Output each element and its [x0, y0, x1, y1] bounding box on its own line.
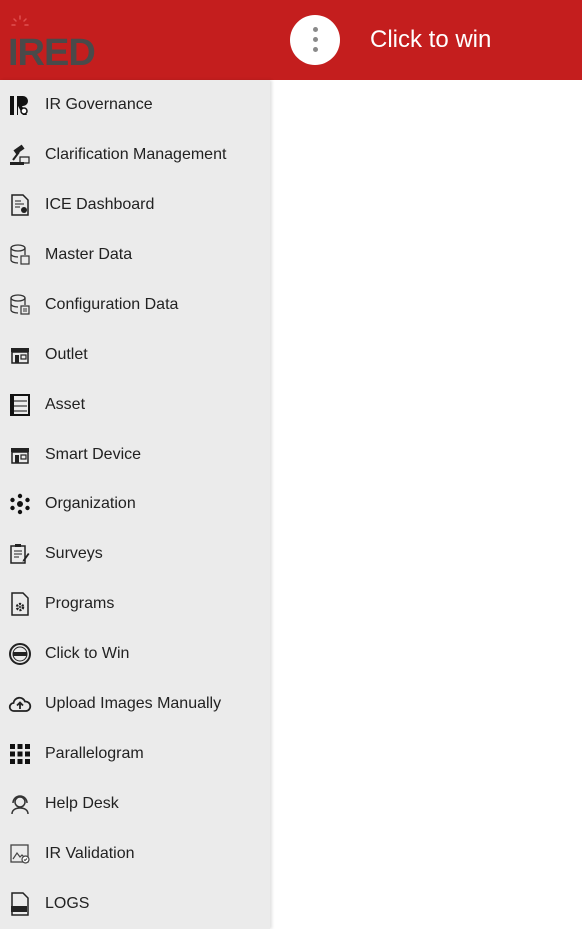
log-file-icon	[8, 892, 32, 916]
sidebar-item-label: Smart Device	[45, 446, 142, 463]
sidebar-item-label: Surveys	[45, 545, 103, 562]
sidebar-item-label: IR Governance	[45, 96, 153, 113]
gavel-icon	[8, 143, 32, 167]
sidebar-item-upload-images-manually[interactable]: Upload Images Manually	[0, 679, 270, 729]
more-options-button[interactable]	[290, 15, 340, 65]
sidebar-item-surveys[interactable]: Surveys	[0, 529, 270, 579]
sidebar-item-label: ICE Dashboard	[45, 196, 155, 213]
sidebar-item-help-desk[interactable]: Help Desk	[0, 779, 270, 829]
sidebar-item-configuration-data[interactable]: Configuration Data	[0, 280, 270, 330]
database-config-icon	[8, 293, 32, 317]
sidebar-item-programs[interactable]: Programs	[0, 579, 270, 629]
sidebar-item-label: Outlet	[45, 346, 88, 363]
sidebar-item-label: Organization	[45, 495, 136, 512]
database-icon	[8, 243, 32, 267]
sidebar-item-asset[interactable]: Asset	[0, 380, 270, 430]
sidebar-item-label: Clarification Management	[45, 146, 227, 163]
sidebar-item-parallelogram[interactable]: Parallelogram	[0, 729, 270, 779]
sidebar-item-label: Click to Win	[45, 645, 130, 662]
image-check-icon	[8, 842, 32, 866]
document-chart-icon	[8, 193, 32, 217]
sidebar-item-ice-dashboard[interactable]: ICE Dashboard	[0, 180, 270, 230]
sidebar-item-label: Help Desk	[45, 795, 119, 812]
sidebar-item-label: Upload Images Manually	[45, 695, 222, 712]
sidebar-item-organization[interactable]: Organization	[0, 479, 270, 529]
sidebar-item-click-to-win[interactable]: Click to Win	[0, 629, 270, 679]
sidebar-item-label: LOGS	[45, 895, 90, 912]
sidebar-nav: IR Governance Clarification Management I…	[0, 80, 270, 929]
sidebar-item-ir-validation[interactable]: IR Validation	[0, 829, 270, 879]
sidebar-item-master-data[interactable]: Master Data	[0, 230, 270, 280]
ir-governance-icon	[8, 93, 32, 117]
logo-spark-icon	[11, 15, 29, 26]
ctw-badge-icon	[8, 642, 32, 666]
sidebar-item-logs[interactable]: LOGS	[0, 879, 270, 929]
ired-logo[interactable]: IRED	[8, 8, 112, 72]
sidebar-item-label: Master Data	[45, 246, 133, 263]
sidebar-item-ir-governance[interactable]: IR Governance	[0, 80, 270, 130]
sidebar-item-label: IR Validation	[45, 845, 135, 862]
sidebar-item-label: Configuration Data	[45, 296, 179, 313]
grid-icon	[8, 742, 32, 766]
page-title: Click to win	[370, 26, 492, 53]
app-header: IRED Click to win	[0, 0, 582, 80]
sidebar-item-outlet[interactable]: Outlet	[0, 330, 270, 380]
sidebar-item-label: Asset	[45, 396, 86, 413]
sidebar-item-clarification-management[interactable]: Clarification Management	[0, 130, 270, 180]
cloud-upload-icon	[8, 692, 32, 716]
sidebar-item-label: Programs	[45, 595, 115, 612]
organization-icon	[8, 492, 32, 516]
sidebar-item-label: Parallelogram	[45, 745, 144, 762]
support-agent-icon	[8, 792, 32, 816]
document-gear-icon	[8, 592, 32, 616]
main-content	[275, 80, 582, 929]
cooler-icon	[8, 393, 32, 417]
storefront-icon	[8, 343, 32, 367]
logo-text: IRED	[8, 32, 96, 74]
sidebar-item-smart-device[interactable]: Smart Device	[0, 430, 270, 480]
storefront-device-icon	[8, 443, 32, 467]
clipboard-edit-icon	[8, 542, 32, 566]
